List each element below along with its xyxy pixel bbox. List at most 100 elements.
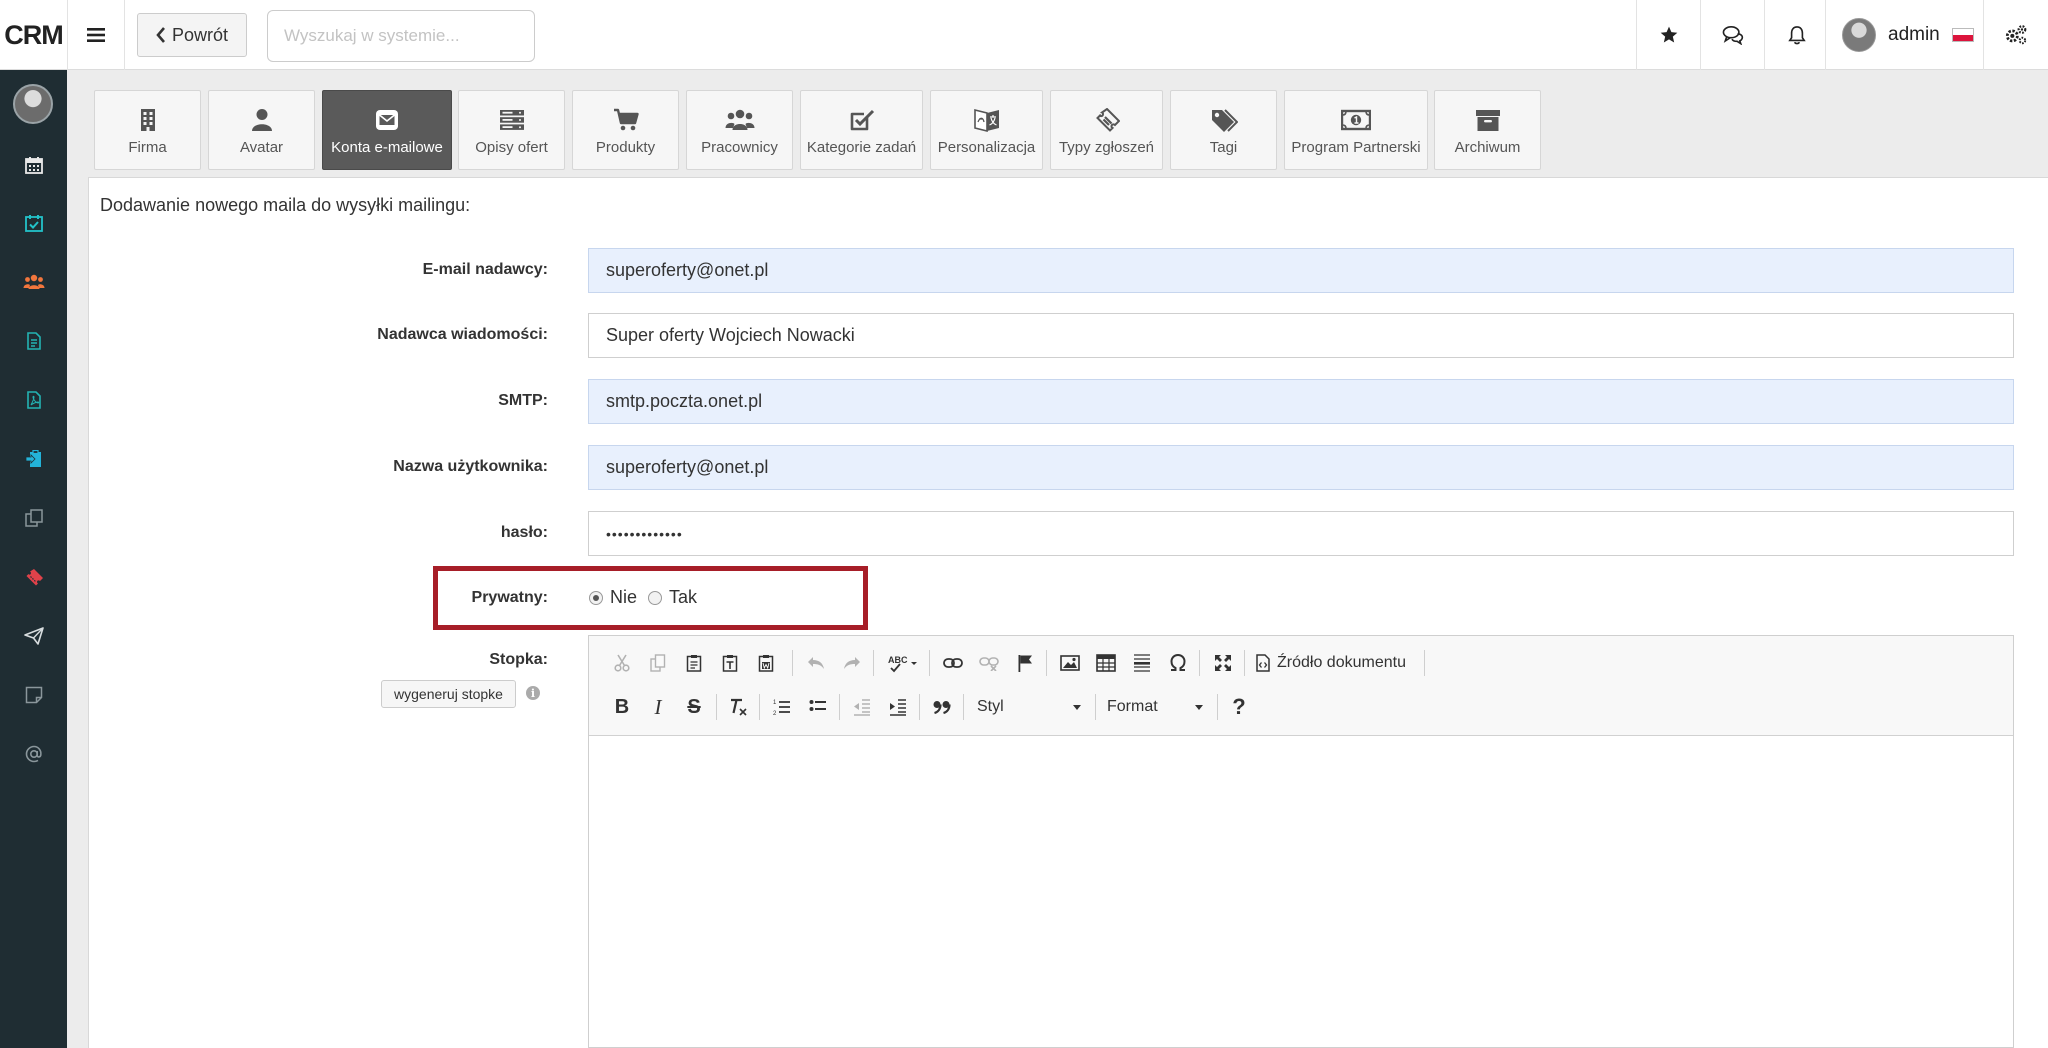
tab-produkty[interactable]: Produkty [572,90,679,170]
back-button[interactable]: Powrót [137,13,247,57]
quote-icon [933,701,951,714]
generate-footer-button[interactable]: wygeneruj stopke [381,680,516,708]
image-button[interactable] [1055,648,1085,678]
sidebar [0,70,67,1048]
strikethrough-icon: S [687,695,701,718]
undo-button[interactable] [801,648,831,678]
sidebar-item-invoices[interactable] [0,380,67,420]
indent-button[interactable] [883,692,913,722]
sidebar-item-documents[interactable] [0,498,67,538]
sidebar-item-clipboard[interactable] [0,439,67,479]
numbered-list-button[interactable]: 1 2 [767,692,797,722]
maximize-button[interactable] [1208,648,1238,678]
search-input[interactable] [267,10,535,62]
calendar-icon [24,157,43,174]
italic-icon: I [654,694,662,719]
source-button[interactable]: Źródło dokumentu [1255,648,1406,678]
tab-kategorie-zadan[interactable]: Kategorie zadań [800,90,923,170]
unlink-button[interactable] [974,648,1004,678]
paste-text-button[interactable] [715,648,745,678]
help-button[interactable]: ? [1224,692,1254,722]
toolbar-separator [1095,694,1096,720]
tab-tagi[interactable]: Tagi [1170,90,1277,170]
toolbar-separator [963,694,964,720]
password-field[interactable] [588,511,2014,556]
smtp-field[interactable] [588,379,2014,424]
sidebar-item-tasks[interactable] [0,203,67,243]
style-select-label: Styl [977,698,1004,715]
tab-label: Program Partnerski [1291,138,1421,156]
spellcheck-button[interactable]: ABC [883,648,923,678]
sender-name-field[interactable] [588,313,2014,358]
redo-button[interactable] [837,648,867,678]
tab-typy-zgloszen[interactable]: Typy zgłoszeń [1050,90,1163,170]
tab-personalizacja[interactable]: Personalizacja [930,90,1043,170]
link-button[interactable] [938,648,968,678]
sidebar-item-notes[interactable] [0,675,67,715]
sidebar-item-email[interactable] [0,734,67,774]
paste-word-icon [758,655,774,672]
table-button[interactable] [1091,648,1121,678]
numbered-list-icon: 1 2 [773,700,790,716]
hamburger-icon [87,28,105,42]
username-label: Nazwa użytkownika: [393,458,548,475]
copy-button[interactable] [643,648,673,678]
source-file-icon [1256,654,1270,672]
paste-word-button[interactable] [751,648,781,678]
outdent-button[interactable] [847,692,877,722]
info-icon[interactable]: i [526,686,540,700]
anchor-button[interactable] [1010,648,1040,678]
tab-opisy-ofert[interactable]: Opisy ofert [458,90,565,170]
editor-content-area[interactable] [589,736,2013,1047]
private-radio-tak[interactable] [648,590,663,605]
password-label: hasło: [500,524,548,541]
user-menu[interactable]: admin [1825,0,1983,70]
tab-firma[interactable]: Firma [94,90,201,170]
tab-program-partnerski[interactable]: Program Partnerski [1284,90,1428,170]
strike-button[interactable]: S [679,692,709,722]
user-icon [251,108,272,131]
tab-konta-e-mailowe[interactable]: Konta e-mailowe [322,90,452,170]
tab-pracownicy[interactable]: Pracownicy [686,90,793,170]
sidebar-item-calendar[interactable] [0,145,67,185]
bullet-list-button[interactable] [803,692,833,722]
settings-button[interactable] [1983,0,2048,70]
indent-icon [890,699,906,716]
format-select[interactable]: Format [1099,692,1211,722]
envelope-icon [376,109,398,130]
toolbar-separator [873,650,874,676]
bold-button[interactable]: B [607,692,637,722]
italic-button[interactable]: I [643,692,673,722]
style-select[interactable]: Styl [969,692,1089,722]
brand-logo[interactable]: CRM [0,0,67,70]
sidebar-item-offers[interactable] [0,321,67,361]
menu-toggle-button[interactable] [67,0,125,70]
sidebar-item-mailing[interactable] [0,616,67,656]
remove-format-button[interactable] [723,692,753,722]
paper-plane-icon [23,627,44,645]
back-button-label: Powrót [171,24,229,45]
spellcheck-icon: ABC [888,655,917,673]
paste-button[interactable] [679,648,709,678]
sidebar-avatar[interactable] [13,84,53,124]
notifications-button[interactable] [1764,0,1828,70]
private-option-tak-label[interactable]: Tak [669,587,697,608]
private-radio-nie[interactable] [589,590,603,605]
favorites-button[interactable] [1636,0,1700,70]
cut-button[interactable] [607,648,637,678]
tab-label: Opisy ofert [475,138,548,156]
sidebar-item-tickets[interactable] [0,557,67,597]
messages-button[interactable] [1700,0,1764,70]
tab-archiwum[interactable]: Archiwum [1434,90,1541,170]
money-icon [1341,109,1371,130]
username-field[interactable] [588,445,2014,490]
editor-toolbar: ABC Źródło dokumentu B I S 1 2 Styl Form… [589,636,2013,736]
sender-email-field[interactable] [588,248,2014,293]
sidebar-item-clients[interactable] [0,262,67,302]
blockquote-button[interactable] [927,692,957,722]
special-char-button[interactable] [1163,648,1193,678]
private-option-nie-label[interactable]: Nie [610,587,637,608]
tab-avatar[interactable]: Avatar [208,90,315,170]
horizontal-line-button[interactable] [1127,648,1157,678]
caret-down-icon [1073,704,1081,710]
